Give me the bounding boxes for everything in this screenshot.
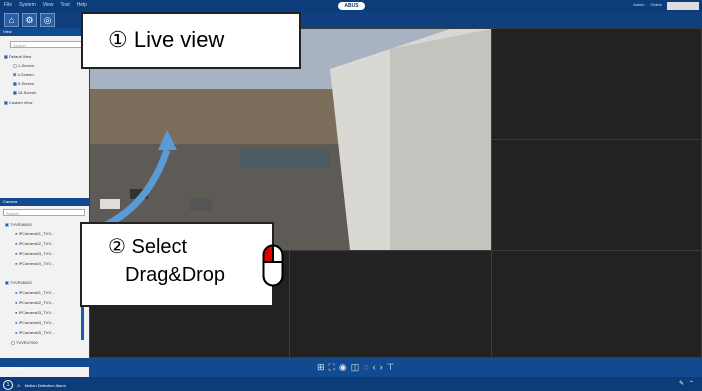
callout-live-view: ① Live view [81,12,301,69]
mouse-icon [262,244,284,287]
callout-drag-drop: ② Select Drag&Drop [80,222,284,307]
